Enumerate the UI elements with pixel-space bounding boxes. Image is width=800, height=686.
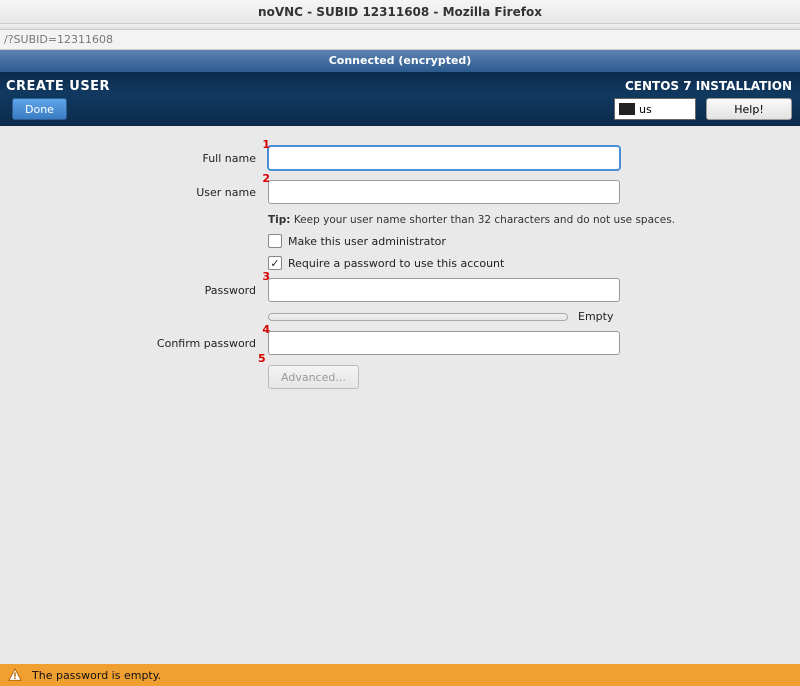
url-bar[interactable]: /?SUBID=12311608 bbox=[0, 30, 800, 50]
annotation-2: 2 bbox=[262, 172, 270, 185]
password-label: Password 3 bbox=[0, 284, 268, 297]
fullname-input[interactable] bbox=[268, 146, 620, 170]
warning-bar: The password is empty. bbox=[0, 664, 800, 686]
require-password-checkbox[interactable] bbox=[268, 256, 282, 270]
done-button[interactable]: Done bbox=[12, 98, 67, 120]
fullname-label: Full name 1 bbox=[0, 152, 268, 165]
require-password-label: Require a password to use this account bbox=[288, 257, 504, 270]
warning-text: The password is empty. bbox=[32, 669, 161, 682]
password-strength-row: Empty bbox=[268, 310, 800, 323]
make-admin-checkbox[interactable] bbox=[268, 234, 282, 248]
installer-header: CREATE USER Done CENTOS 7 INSTALLATION u… bbox=[0, 72, 800, 126]
annotation-3: 3 bbox=[262, 270, 270, 283]
password-strength-label: Empty bbox=[578, 310, 613, 323]
confirm-password-label: Confirm password 4 bbox=[0, 337, 268, 350]
vnc-viewport: Connected (encrypted) CREATE USER Done C… bbox=[0, 50, 800, 686]
password-strength-bar bbox=[268, 313, 568, 321]
advanced-button[interactable]: Advanced... bbox=[268, 365, 359, 389]
screen-title: CREATE USER bbox=[6, 79, 110, 94]
confirm-password-input[interactable] bbox=[268, 331, 620, 355]
vnc-status-bar: Connected (encrypted) bbox=[0, 50, 800, 72]
keyboard-layout-label: us bbox=[639, 103, 652, 116]
annotation-5: 5 bbox=[258, 352, 266, 365]
help-button[interactable]: Help! bbox=[706, 98, 792, 120]
make-admin-label: Make this user administrator bbox=[288, 235, 446, 248]
window-titlebar: noVNC - SUBID 12311608 - Mozilla Firefox bbox=[0, 0, 800, 24]
username-tip: Tip: Keep your user name shorter than 32… bbox=[268, 214, 800, 226]
username-label: User name 2 bbox=[0, 186, 268, 199]
installation-title: CENTOS 7 INSTALLATION bbox=[625, 79, 792, 93]
require-password-row[interactable]: Require a password to use this account bbox=[268, 256, 800, 270]
password-input[interactable] bbox=[268, 278, 620, 302]
username-input[interactable] bbox=[268, 180, 620, 204]
annotation-1: 1 bbox=[262, 138, 270, 151]
warning-icon bbox=[8, 668, 22, 682]
make-admin-row[interactable]: Make this user administrator bbox=[268, 234, 800, 248]
keyboard-icon bbox=[619, 103, 635, 115]
annotation-4: 4 bbox=[262, 323, 270, 336]
keyboard-layout-indicator[interactable]: us bbox=[614, 98, 696, 120]
create-user-form: Full name 1 User name 2 Tip: Keep your u… bbox=[0, 126, 800, 664]
